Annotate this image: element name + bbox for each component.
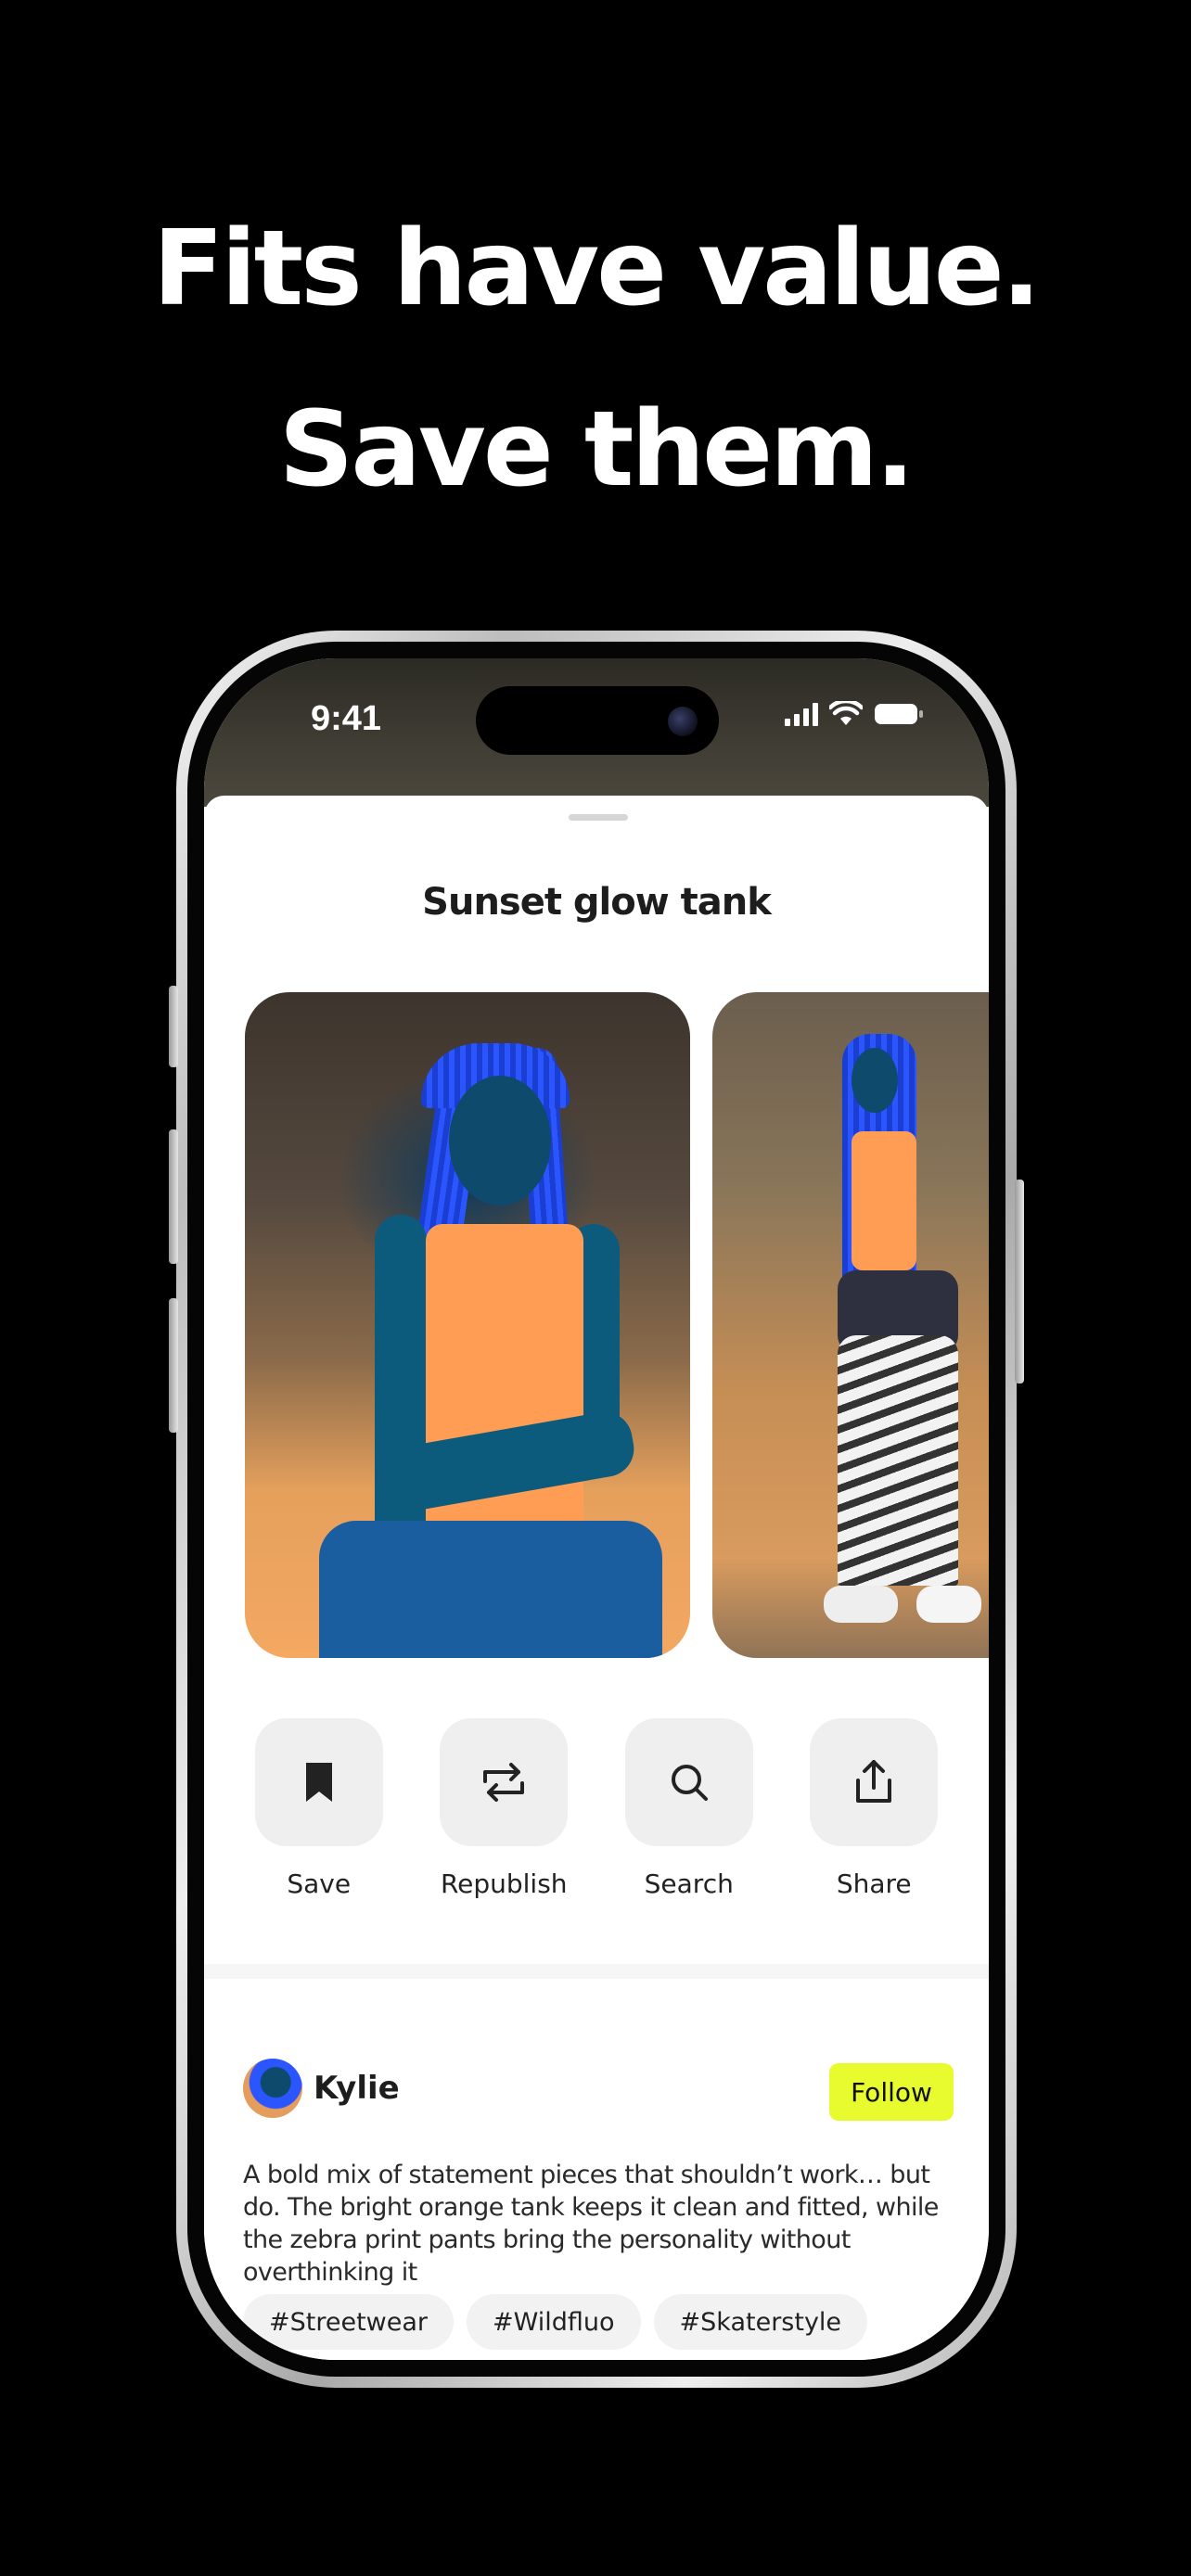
search-tile[interactable] (624, 1718, 753, 1846)
tag-list: #Streetwear #Wildfluo #Skaterstyle (243, 2294, 868, 2350)
search-label: Search (644, 1868, 734, 1899)
phone-screen: 9:41 Sunset glow tank Save Republish Sea… (204, 658, 989, 2360)
search-button[interactable]: Search (624, 1718, 754, 1899)
share-tile[interactable] (810, 1718, 939, 1846)
volume-up-button (169, 1129, 178, 1264)
wifi-icon (829, 701, 863, 725)
author-name[interactable]: Kylie (314, 2070, 400, 2107)
volume-down-button (169, 1298, 178, 1433)
power-button (1015, 1180, 1024, 1384)
action-button (169, 986, 178, 1067)
front-camera (668, 707, 698, 736)
tag-chip[interactable]: #Wildfluo (467, 2294, 641, 2350)
share-button[interactable]: Share (809, 1718, 939, 1899)
action-row: Save Republish Search Share (204, 1718, 989, 1899)
sheet-title: Sunset glow tank (422, 881, 772, 924)
save-tile[interactable] (254, 1718, 383, 1846)
section-divider (204, 1964, 989, 1979)
tag-chip[interactable]: #Skaterstyle (653, 2294, 868, 2350)
republish-label: Republish (440, 1868, 568, 1899)
save-button[interactable]: Save (254, 1718, 384, 1899)
republish-button[interactable]: Republish (439, 1718, 569, 1899)
author-profile[interactable]: Kylie (243, 2059, 400, 2118)
share-label: Share (836, 1868, 912, 1899)
status-icons (785, 701, 924, 727)
post-description: A bold mix of statement pieces that shou… (243, 2161, 939, 2287)
sheet-grabber[interactable] (569, 814, 628, 821)
status-time: 9:41 (311, 699, 382, 738)
outfit-photo-full-body[interactable] (712, 992, 989, 1658)
outfit-photo-front[interactable] (245, 992, 690, 1658)
search-icon (671, 1765, 708, 1801)
headline-line-1: Fits have value. (152, 209, 1042, 329)
tag-chip[interactable]: #Streetwear (243, 2294, 455, 2350)
outfit-sheet: Sunset glow tank Save Republish Search S… (204, 796, 989, 2360)
headline-line-2: Save them. (278, 389, 916, 510)
republish-tile[interactable] (440, 1718, 569, 1846)
battery-icon (875, 704, 923, 724)
avatar[interactable] (243, 2059, 302, 2118)
save-label: Save (287, 1868, 352, 1899)
share-icon (856, 1760, 892, 1803)
cellular-signal-icon (785, 702, 818, 726)
bookmark-icon (305, 1763, 332, 1802)
repost-icon (483, 1763, 525, 1802)
follow-button[interactable]: Follow (829, 2063, 954, 2121)
